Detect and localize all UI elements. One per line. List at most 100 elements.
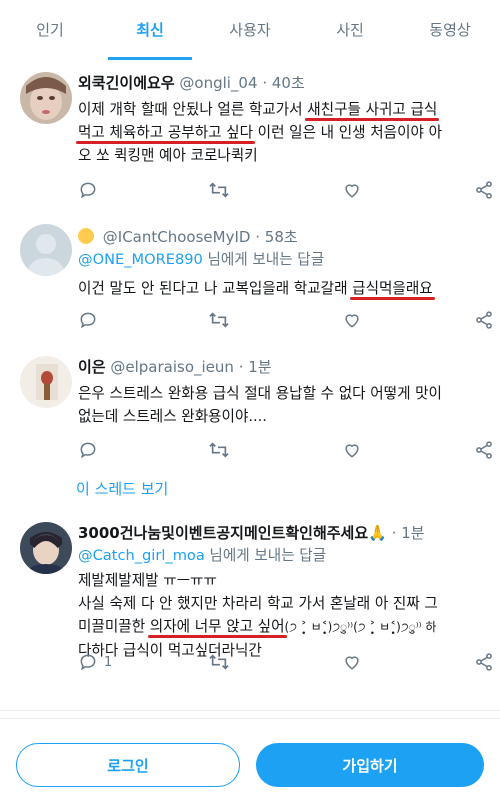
username[interactable]: @ongli_04 (179, 74, 257, 92)
text-segment: 의자에 너무 앉고 싶어 (149, 618, 285, 635)
reply-button[interactable] (78, 310, 98, 330)
retweet-icon (209, 312, 229, 328)
reply-icon (80, 654, 96, 671)
like-icon (345, 444, 359, 458)
separator-dot: · (255, 228, 260, 246)
highlighted-text: 급식먹을래요 (350, 280, 435, 300)
show-thread-link[interactable]: 이 스레드 보기 (76, 478, 168, 499)
like-icon (345, 314, 359, 328)
highlighted-text: 새친구들 사귀고 급식 (305, 101, 440, 121)
retweet-button[interactable] (208, 440, 230, 460)
timestamp[interactable]: 40초 (272, 74, 305, 92)
praying-hands-emoji: 🙏 (368, 524, 387, 542)
login-button[interactable]: 로그인 (16, 743, 240, 787)
avatar[interactable] (20, 224, 72, 276)
tab-people[interactable]: 사용자 (200, 0, 300, 60)
signup-button[interactable]: 가입하기 (256, 743, 484, 787)
smile-emoji-icon (78, 228, 94, 244)
tweet[interactable]: 이은 @elparaiso_ieun · 1분 은우 스트레스 완화용 급식 절… (0, 344, 500, 511)
display-name[interactable]: 외쿡긴이에요우 (78, 74, 175, 92)
tweet-header: 이은 @elparaiso_ieun · 1분 (78, 356, 490, 378)
reply-icon (80, 182, 96, 199)
retweet-icon (209, 182, 229, 198)
tweet-actions: 1 (78, 652, 492, 676)
like-button[interactable] (342, 652, 362, 672)
search-tabs: 인기 최신 사용자 사진 동영상 (0, 0, 500, 61)
retweet-button[interactable] (208, 310, 230, 330)
timestamp[interactable]: 1분 (401, 524, 424, 542)
tweet-header: @ICantChooseMyID · 58초 (78, 226, 490, 248)
text-line: 은우 스트레스 완화용 급식 절대 용납할 수 없다 어떻게 맛이 (78, 385, 442, 402)
avatar[interactable] (20, 356, 72, 408)
reply-button[interactable] (78, 180, 98, 200)
like-icon (345, 656, 359, 670)
display-name[interactable]: 이은 (78, 358, 106, 376)
like-button[interactable] (342, 180, 362, 200)
tab-latest[interactable]: 최신 (100, 0, 200, 60)
retweet-button[interactable] (208, 652, 230, 672)
reply-context: @Catch_girl_moa 님에게 보내는 답글 (78, 544, 490, 567)
username[interactable]: @ICantChooseMyID (103, 228, 251, 246)
reply-context: @ONE_MORE890 님에게 보내는 답글 (78, 248, 490, 271)
share-icon (476, 311, 492, 329)
timestamp[interactable]: 58초 (265, 228, 298, 246)
reply-button[interactable] (78, 440, 98, 460)
tweet[interactable]: @ICantChooseMyID · 58초 @ONE_MORE890 님에게 … (0, 212, 500, 345)
highlighted-text: 먹고 체육하고 공부하고 싶다 (76, 124, 256, 144)
tab-videos[interactable]: 동영상 (400, 0, 500, 60)
text-segment: 이런 일은 내 인생 처음이야 아 (253, 124, 442, 141)
tweet[interactable]: 3000건나눔및이벤트공지메인트확인해주세요🙏 · 1분 @Catch_girl… (0, 510, 500, 711)
timestamp[interactable]: 1분 (248, 358, 271, 376)
tweet[interactable]: 외쿡긴이에요우 @ongli_04 · 40초 이제 개학 할때 안됬나 얼른 … (0, 60, 500, 213)
reply-suffix: 님에게 보내는 답글 (202, 251, 325, 268)
separator-dot: · (262, 74, 268, 92)
reply-mention-link[interactable]: @ONE_MORE890 (78, 251, 203, 268)
tab-photos[interactable]: 사진 (300, 0, 400, 60)
reply-mention-link[interactable]: @Catch_girl_moa (78, 547, 205, 564)
text-segment: (੭ ˃̣̣̥ ㅂ˂̣̣̥)੭ु⁾⁾(੭ ˃̣̣̥ ㅂ˂̣̣̥)੭ु⁾⁾ 하 (284, 620, 437, 634)
retweet-button[interactable] (208, 180, 230, 200)
reply-button[interactable]: 1 (78, 652, 112, 672)
share-button[interactable] (474, 310, 494, 330)
separator-dot: · (238, 358, 244, 376)
avatar[interactable] (20, 72, 72, 124)
tweet-header: 외쿡긴이에요우 @ongli_04 · 40초 (78, 72, 490, 94)
auth-footer: 로그인 가입하기 (0, 718, 500, 805)
avatar[interactable] (20, 522, 72, 574)
text-line: 제발제발제발 ㅠㅡㅠㅠ (78, 572, 217, 589)
share-icon (476, 653, 492, 671)
share-icon (476, 441, 492, 459)
reply-count: 1 (104, 654, 113, 670)
text-segment: 급식먹을래요 (352, 280, 433, 297)
like-button[interactable] (342, 440, 362, 460)
tweet-text: 제발제발제발 ㅠㅡㅠㅠ 사실 숙제 다 안 했지만 차라리 학교 가서 혼날래 … (78, 569, 490, 662)
tweet-actions (78, 310, 492, 334)
share-button[interactable] (474, 440, 494, 460)
tweet-text: 은우 스트레스 완화용 급식 절대 용납할 수 없다 어떻게 맛이 없는데 스트… (78, 382, 490, 428)
tweet-header: 3000건나눔및이벤트공지메인트확인해주세요🙏 · 1분 (78, 522, 490, 544)
tweet-text: 이건 말도 안 된다고 나 교복입을래 학교갈래 급식먹을래요 (78, 277, 490, 300)
reply-suffix: 님에게 보내는 답글 (204, 547, 327, 564)
text-segment: 미끌미끌한 (78, 618, 150, 635)
tweet-actions (78, 440, 492, 464)
text-segment: 먹고 체육하고 공부하고 싶다 (78, 124, 254, 141)
red-underline (76, 141, 256, 144)
tweet-actions (78, 180, 492, 204)
text-line: 없는데 스트레스 완화용이야.... (78, 408, 267, 425)
like-button[interactable] (342, 310, 362, 330)
red-underline (350, 297, 435, 300)
highlighted-text: 의자에 너무 앉고 싶어 (147, 618, 287, 638)
separator-dot: · (391, 524, 397, 542)
share-button[interactable] (474, 652, 494, 672)
tab-popular[interactable]: 인기 (0, 0, 100, 60)
text-segment: 이건 말도 안 된다고 나 교복입을래 학교갈래 (78, 280, 353, 297)
display-name[interactable]: 3000건나눔및이벤트공지메인트확인해주세요 (78, 524, 368, 542)
username[interactable]: @elparaiso_ieun (110, 358, 234, 376)
text-segment: 이제 개학 할때 안됬나 얼른 학교가서 (78, 101, 308, 118)
like-icon (345, 184, 359, 198)
share-button[interactable] (474, 180, 494, 200)
share-icon (476, 181, 492, 199)
text-segment: 새친구들 사귀고 급식 (307, 101, 438, 118)
retweet-icon (209, 654, 229, 670)
reply-icon (80, 312, 96, 329)
